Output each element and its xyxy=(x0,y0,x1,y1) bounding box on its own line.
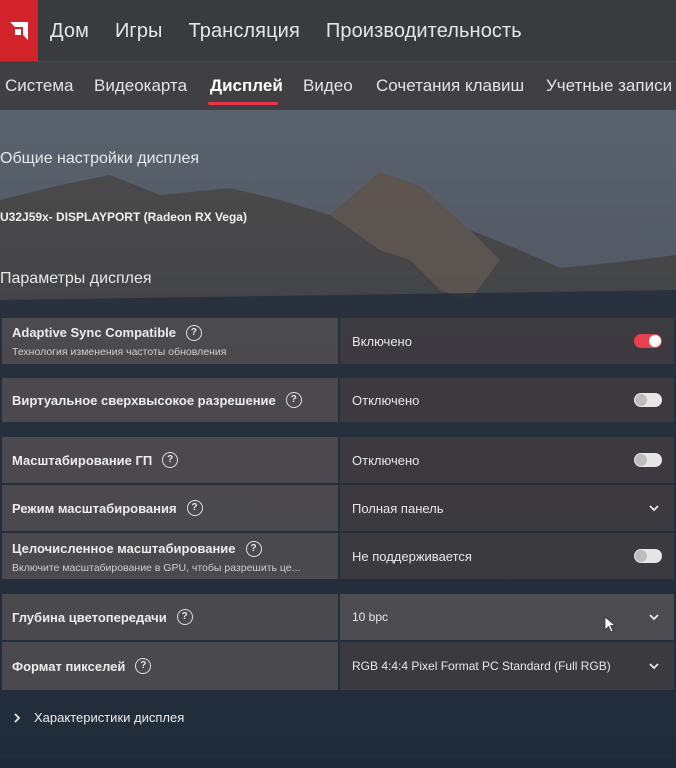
color-depth-dropdown[interactable]: 10 bpc xyxy=(340,594,674,640)
tab-system[interactable]: Система xyxy=(5,76,73,96)
general-settings-heading: Общие настройки дисплея xyxy=(0,150,200,167)
setting-label: Adaptive Sync Compatible xyxy=(12,325,176,340)
setting-row-color-depth: Глубина цветопередачи ? 10 bpc xyxy=(2,594,674,640)
tab-hotkeys[interactable]: Сочетания клавиш xyxy=(376,76,524,96)
nav-home[interactable]: Дом xyxy=(50,20,89,43)
setting-description: Технология изменения частоты обновления xyxy=(12,346,227,358)
help-icon[interactable]: ? xyxy=(162,452,179,468)
scaling-mode-dropdown[interactable]: Полная панель xyxy=(340,485,674,531)
tab-graphics[interactable]: Видеокарта xyxy=(94,76,187,96)
amd-logo-icon[interactable] xyxy=(0,0,38,62)
chevron-down-icon xyxy=(649,614,659,621)
setting-value: Включено xyxy=(352,333,412,349)
help-icon[interactable]: ? xyxy=(285,392,302,408)
setting-row-adaptive-sync: Adaptive Sync Compatible ? Технология из… xyxy=(2,318,674,364)
display-device-name: U32J59x- DISPLAYPORT (Radeon RX Vega) xyxy=(0,210,247,224)
setting-row-vsr: Виртуальное сверхвысокое разрешение ? От… xyxy=(2,378,674,422)
setting-value: Отключено xyxy=(352,392,420,408)
chevron-down-icon xyxy=(649,505,659,512)
setting-label: Формат пикселей xyxy=(12,658,126,674)
setting-label: Целочисленное масштабирование xyxy=(12,541,236,556)
nav-performance[interactable]: Производительность xyxy=(326,20,522,43)
setting-description: Включите масштабирование в GPU, чтобы ра… xyxy=(12,562,301,574)
display-specs-expander[interactable]: Характеристики дисплея xyxy=(12,710,184,725)
pixel-format-dropdown[interactable]: RGB 4:4:4 Pixel Format PC Standard (Full… xyxy=(340,642,674,690)
tab-accounts[interactable]: Учетные записи xyxy=(546,76,672,96)
integer-scaling-toggle[interactable] xyxy=(634,549,662,563)
tab-video[interactable]: Видео xyxy=(303,76,353,96)
setting-value: Отключено xyxy=(352,452,420,468)
bottom-edge xyxy=(0,758,676,768)
setting-value: Полная панель xyxy=(352,500,444,516)
chevron-right-icon xyxy=(14,712,21,723)
setting-label: Масштабирование ГП xyxy=(12,452,153,468)
setting-value: 10 bpc xyxy=(352,610,389,624)
top-nav: Дом Игры Трансляция Производительность xyxy=(0,0,676,62)
help-icon[interactable]: ? xyxy=(186,500,203,516)
chevron-down-icon xyxy=(649,663,659,670)
gpu-scaling-toggle[interactable] xyxy=(634,453,662,467)
tab-display[interactable]: Дисплей xyxy=(210,76,283,96)
setting-value: RGB 4:4:4 Pixel Format PC Standard (Full… xyxy=(352,659,611,673)
help-icon[interactable]: ? xyxy=(185,324,202,341)
setting-row-scaling-mode: Режим масштабирования ? Полная панель xyxy=(2,485,674,531)
setting-row-integer-scaling: Целочисленное масштабирование ? Включите… xyxy=(2,533,674,579)
expander-label: Характеристики дисплея xyxy=(34,710,185,725)
help-icon[interactable]: ? xyxy=(176,609,193,625)
help-icon[interactable]: ? xyxy=(135,658,152,674)
setting-value: Не поддерживается xyxy=(352,548,472,564)
display-params-heading: Параметры дисплея xyxy=(0,270,152,287)
adaptive-sync-toggle[interactable] xyxy=(634,334,662,348)
setting-label: Глубина цветопередачи xyxy=(12,609,167,625)
setting-row-pixel-format: Формат пикселей ? RGB 4:4:4 Pixel Format… xyxy=(2,642,674,690)
sub-tabs: Система Видеокарта Дисплей Видео Сочетан… xyxy=(0,62,676,110)
vsr-toggle[interactable] xyxy=(634,393,662,407)
setting-label: Режим масштабирования xyxy=(12,500,177,516)
nav-games[interactable]: Игры xyxy=(115,20,163,43)
mouse-cursor-icon xyxy=(604,616,617,633)
setting-label: Виртуальное сверхвысокое разрешение xyxy=(12,392,276,408)
active-tab-indicator xyxy=(208,102,278,105)
help-icon[interactable]: ? xyxy=(245,540,262,557)
nav-streaming[interactable]: Трансляция xyxy=(189,20,300,43)
setting-row-gpu-scaling: Масштабирование ГП ? Отключено xyxy=(2,437,674,483)
